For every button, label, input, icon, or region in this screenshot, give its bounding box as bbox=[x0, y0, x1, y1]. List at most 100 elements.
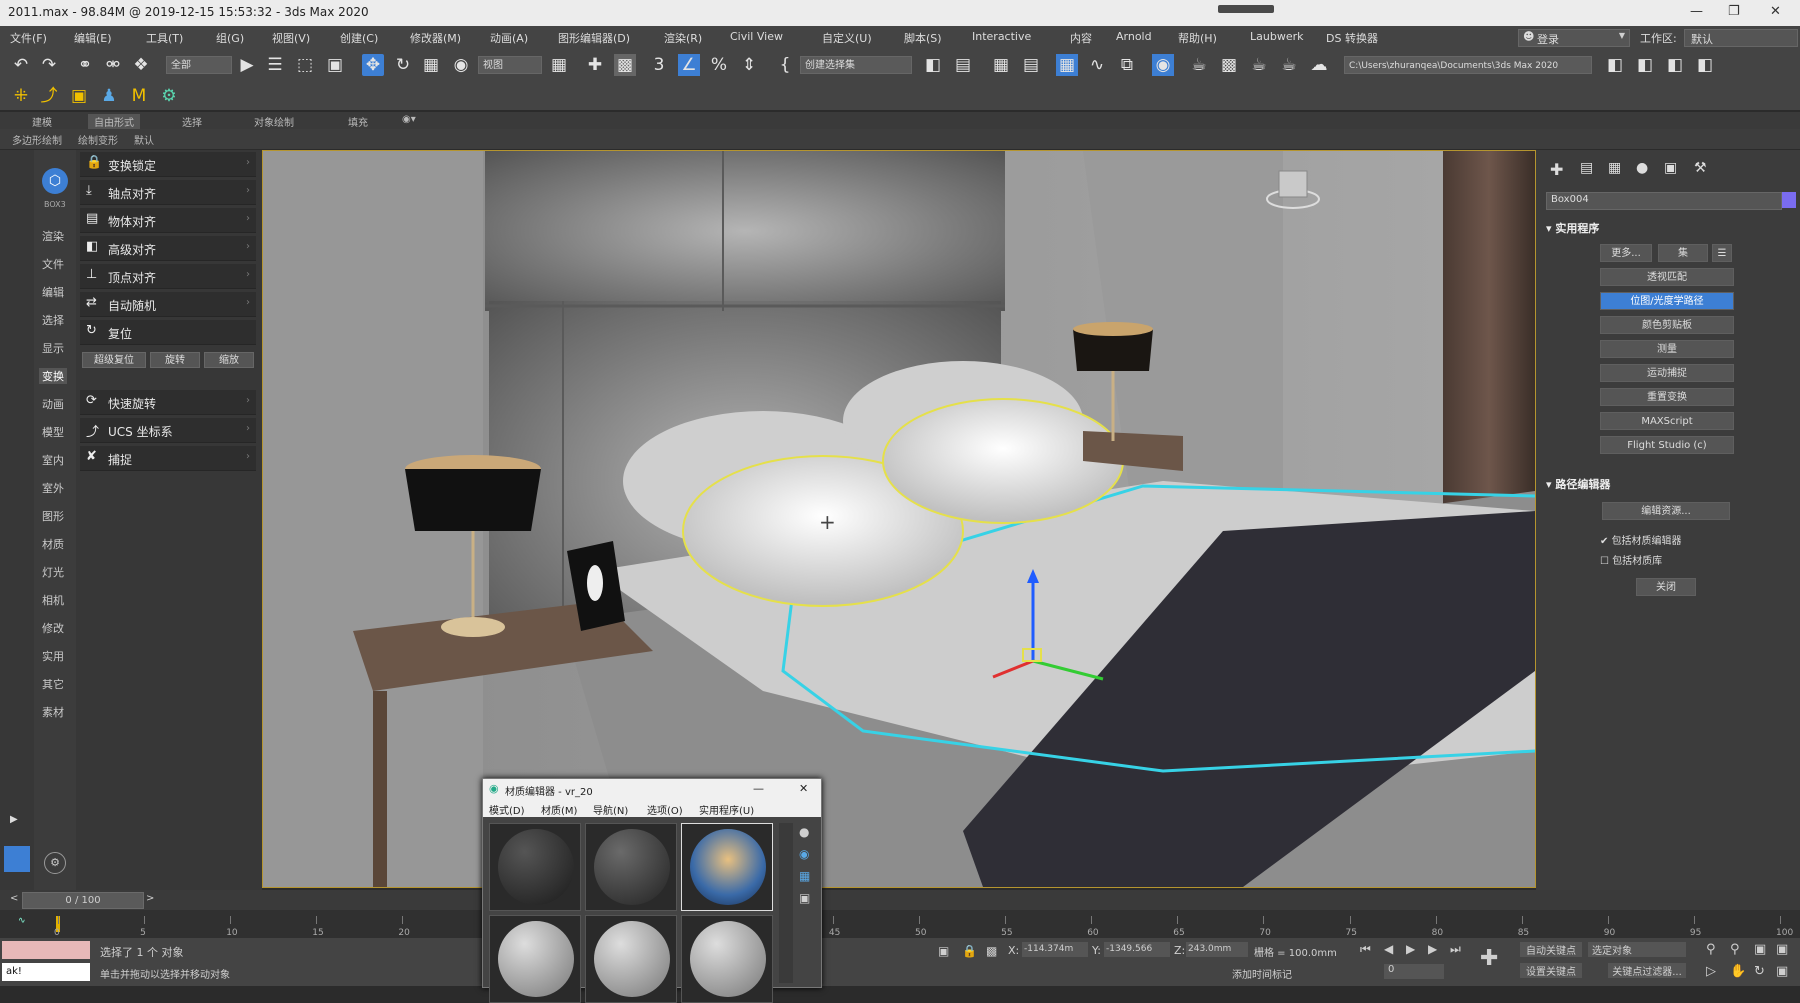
tab-populate[interactable]: 填充 bbox=[348, 114, 368, 129]
redo-icon[interactable]: ↷ bbox=[38, 54, 60, 76]
named-selection-dropdown[interactable]: 创建选择集 bbox=[800, 56, 912, 74]
track-bar[interactable]: 0510152025303540455055606570758085909510… bbox=[0, 910, 1800, 938]
z-coordinate-field[interactable]: 243.0mm bbox=[1186, 942, 1248, 957]
material-slot-3[interactable] bbox=[681, 823, 773, 911]
mirror-icon[interactable]: ◧ bbox=[922, 54, 944, 76]
select-by-name-icon[interactable]: ☰ bbox=[264, 54, 286, 76]
frame-counter[interactable]: 0 / 100 bbox=[22, 892, 144, 909]
project-folder-icon[interactable]: ◧ bbox=[1604, 54, 1626, 76]
zoom-extents-all-icon[interactable]: ▣ bbox=[1776, 942, 1788, 957]
curve-editor-icon[interactable]: ∿ bbox=[1086, 54, 1108, 76]
absolute-mode-icon[interactable]: ▩ bbox=[986, 944, 997, 958]
align-row-quick-rotate[interactable]: ⟳ 快速旋转 › bbox=[80, 390, 256, 415]
utility-motion-capture[interactable]: 运动捕捉 bbox=[1600, 364, 1734, 382]
render-production-icon[interactable]: ☕ bbox=[1248, 54, 1270, 76]
menu-graph-editors[interactable]: 图形编辑器(D) bbox=[558, 30, 630, 46]
subtab-paint-deform[interactable]: 绘制变形 bbox=[78, 132, 118, 147]
strip-item-render[interactable]: 渲染 bbox=[42, 228, 64, 244]
rect-selection-icon[interactable]: ⬚ bbox=[294, 54, 316, 76]
link-icon[interactable]: ⚭ bbox=[74, 54, 96, 76]
ribbon-toggle-icon[interactable]: ▦ bbox=[1056, 54, 1078, 76]
strip-item-shapes[interactable]: 图形 bbox=[42, 508, 64, 524]
tab-object-paint[interactable]: 对象绘制 bbox=[254, 114, 294, 129]
edit-resources-button[interactable]: 编辑资源... bbox=[1602, 502, 1730, 520]
tab-selection[interactable]: 选择 bbox=[182, 114, 202, 129]
display-tab-icon[interactable]: ▣ bbox=[1664, 160, 1677, 176]
snap-toggle-icon[interactable]: 3 bbox=[648, 54, 670, 76]
material-editor-close-button[interactable]: ✕ bbox=[799, 782, 808, 795]
layer-explorer-icon[interactable]: ▤ bbox=[1020, 54, 1042, 76]
configure-sets-icon[interactable]: ☰ bbox=[1712, 244, 1732, 262]
mat-menu-navigation[interactable]: 导航(N) bbox=[593, 802, 628, 817]
hierarchy-tab-icon[interactable]: ▦ bbox=[1608, 160, 1621, 176]
material-editor-icon[interactable]: ◉ bbox=[1152, 54, 1174, 76]
move-icon[interactable]: ✥ bbox=[362, 54, 384, 76]
align-icon[interactable]: ▤ bbox=[952, 54, 974, 76]
align-row-reset[interactable]: ↻ 复位 bbox=[80, 320, 256, 345]
menu-ds-converter[interactable]: DS 转换器 bbox=[1326, 30, 1378, 46]
modify-tab-icon[interactable]: ▤ bbox=[1580, 160, 1593, 176]
pan-icon[interactable]: ✋ bbox=[1730, 964, 1746, 979]
signin-dropdown[interactable]: ☻ 登录 ▼ bbox=[1518, 29, 1630, 47]
menu-create[interactable]: 创建(C) bbox=[340, 30, 378, 46]
import-icon[interactable]: ◧ bbox=[1634, 54, 1656, 76]
subtab-polydraw[interactable]: 多边形绘制 bbox=[12, 132, 62, 147]
strip-item-model[interactable]: 模型 bbox=[42, 424, 64, 440]
maximize-button[interactable]: ❐ bbox=[1728, 4, 1740, 19]
menu-arnold[interactable]: Arnold bbox=[1116, 30, 1152, 43]
menu-interactive[interactable]: Interactive bbox=[972, 30, 1031, 43]
next-frame-icon[interactable]: ▶ bbox=[1428, 942, 1437, 956]
place-icon[interactable]: ◉ bbox=[450, 54, 472, 76]
schematic-view-icon[interactable]: ⧉ bbox=[1116, 54, 1138, 76]
menu-views[interactable]: 视图(V) bbox=[272, 30, 310, 46]
menu-animation[interactable]: 动画(A) bbox=[490, 30, 528, 46]
tab-modeling[interactable]: 建模 bbox=[32, 114, 52, 129]
path-editor-rollout-header[interactable]: ▾ 路径编辑器 bbox=[1546, 476, 1610, 492]
backlight-icon[interactable]: ◉ bbox=[799, 847, 809, 861]
set-key-button[interactable]: 设置关键点 bbox=[1520, 963, 1582, 978]
merge-icon[interactable]: ◧ bbox=[1694, 54, 1716, 76]
minimize-button[interactable]: — bbox=[1690, 4, 1703, 19]
strip-item-assets[interactable]: 素材 bbox=[42, 704, 64, 720]
tab-freeform[interactable]: 自由形式 bbox=[88, 114, 140, 129]
strip-item-interior[interactable]: 室内 bbox=[42, 452, 64, 468]
reference-coord-dropdown[interactable]: 视图 bbox=[478, 56, 542, 74]
menu-laubwerk[interactable]: Laubwerk bbox=[1250, 30, 1303, 43]
material-slot-4[interactable] bbox=[489, 915, 581, 1003]
fov-icon[interactable]: ▷ bbox=[1706, 964, 1716, 979]
viewport-layout-button[interactable] bbox=[4, 846, 30, 872]
percent-snap-icon[interactable]: % bbox=[708, 54, 730, 76]
strip-item-display[interactable]: 显示 bbox=[42, 340, 64, 356]
utilities-rollout-header[interactable]: ▾ 实用程序 bbox=[1546, 220, 1599, 236]
material-slot-1[interactable] bbox=[489, 823, 581, 911]
select-manipulate-icon[interactable]: ✚ bbox=[584, 54, 606, 76]
maximize-viewport-icon[interactable]: ▣ bbox=[1776, 964, 1788, 979]
keyboard-shortcut-icon[interactable]: ▩ bbox=[614, 54, 636, 76]
background-icon[interactable]: ▦ bbox=[799, 869, 810, 883]
expand-arrow-icon[interactable]: ▶ bbox=[10, 814, 18, 825]
selected-object-dropdown[interactable]: 选定对象 bbox=[1588, 942, 1686, 957]
go-to-end-icon[interactable]: ⏭ bbox=[1450, 942, 1461, 957]
subtab-default[interactable]: 默认 bbox=[134, 132, 154, 147]
export-icon[interactable]: ◧ bbox=[1664, 54, 1686, 76]
strip-item-select[interactable]: 选择 bbox=[42, 312, 64, 328]
align-row-auto-random[interactable]: ⇄ 自动随机 › bbox=[80, 292, 256, 317]
object-color-swatch[interactable] bbox=[1782, 192, 1796, 208]
more-button[interactable]: 更多... bbox=[1600, 244, 1652, 262]
key-mode-icon[interactable]: ✚ bbox=[1480, 946, 1498, 971]
menu-group[interactable]: 组(G) bbox=[216, 30, 244, 46]
utility-perspective-match[interactable]: 透视匹配 bbox=[1600, 268, 1734, 286]
render-cloud-icon[interactable]: ☁ bbox=[1308, 54, 1330, 76]
box-mode-icon[interactable]: ▣ bbox=[68, 85, 90, 107]
utility-flight-studio[interactable]: Flight Studio (c) bbox=[1600, 436, 1734, 454]
unlink-icon[interactable]: ⚮ bbox=[102, 54, 124, 76]
zoom-extents-icon[interactable]: ▣ bbox=[1754, 942, 1766, 957]
reset-rotate-button[interactable]: 旋转 bbox=[150, 352, 200, 368]
utility-color-clipboard[interactable]: 颜色剪贴板 bbox=[1600, 316, 1734, 334]
rendered-frame-icon[interactable]: ▩ bbox=[1218, 54, 1240, 76]
menu-scripting[interactable]: 脚本(S) bbox=[904, 30, 942, 46]
ribbon-options-icon[interactable]: ◉▾ bbox=[402, 114, 416, 125]
strip-item-camera[interactable]: 相机 bbox=[42, 592, 64, 608]
strip-item-animation[interactable]: 动画 bbox=[42, 396, 64, 412]
utility-measure[interactable]: 测量 bbox=[1600, 340, 1734, 358]
